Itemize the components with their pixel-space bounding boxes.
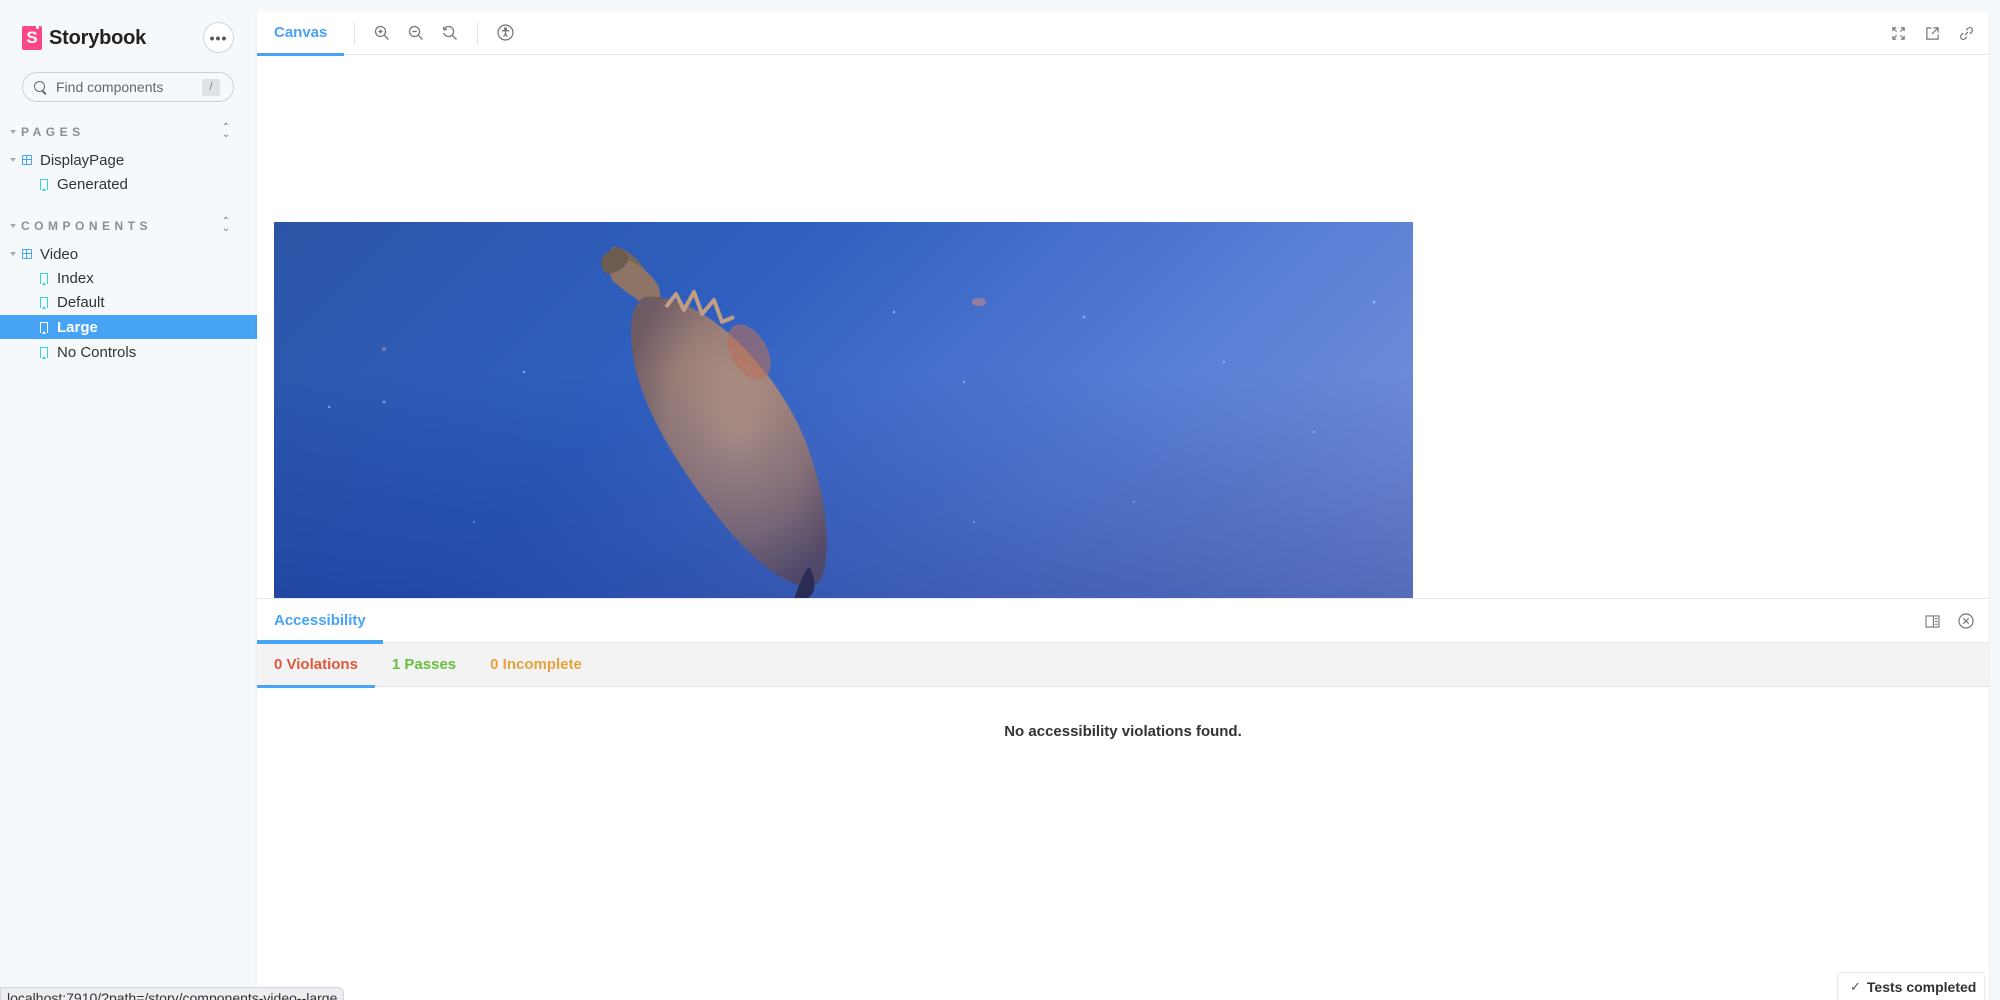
tests-status-label: Tests completed [1866,978,1977,995]
zoom-in-button[interactable] [365,16,399,50]
section-header-pages[interactable]: PAGES ⌃ ⌄ [10,123,232,140]
brand-name: Storybook [49,26,147,49]
section-title: COMPONENTS [21,219,153,233]
sidebar-item-label: Index [57,269,94,287]
main-menu-button[interactable]: ••• [203,22,234,53]
brand[interactable]: S Storybook [22,24,147,51]
bookmark-icon [40,321,48,334]
tab-incomplete[interactable]: 0 Incomplete [473,643,599,687]
component-icon [22,249,32,259]
link-preview-url: localhost:7910/?path=/story/components-v… [0,987,345,1000]
sidebar-alt-icon [1924,614,1940,628]
search-icon [34,80,47,94]
storybook-logo-icon: S [22,24,42,50]
close-panel-button[interactable] [1949,604,1983,638]
link-icon [1959,26,1973,40]
section-header-components[interactable]: COMPONENTS ⌃ ⌄ [10,217,232,234]
sidebar-item-generated[interactable]: Generated [0,172,257,196]
addons-tabbar: Accessibility [257,599,1989,644]
bookmark-icon [40,178,48,191]
toolbar-divider [354,21,356,44]
component-icon [22,155,32,165]
sidebar-item-label: Default [57,293,105,311]
sidebar-item-no-controls[interactable]: No Controls [0,340,257,364]
tab-passes[interactable]: 1 Passes [375,643,473,687]
tab-violations[interactable]: 0 Violations [257,643,375,688]
sidebar-item-video[interactable]: Video [0,242,257,266]
sidebar-item-default[interactable]: Default [0,290,257,314]
collapse-all-icon[interactable]: ⌃ ⌄ [220,123,232,140]
a11y-subtabs: 0 Violations 1 Passes 0 Incomplete [257,643,1989,688]
tests-status[interactable]: ✓ Tests completed [1837,972,1985,1000]
bookmark-icon [40,296,48,309]
share-alt-icon [1925,26,1939,40]
toggle-panel-orientation-button[interactable] [1915,604,1949,638]
addons-actions [1915,604,1983,638]
bookmark-icon [40,346,48,359]
zoom-out-button[interactable] [399,16,433,50]
zoom-out-icon [409,25,424,40]
tab-canvas[interactable]: Canvas [257,11,345,56]
preview-toolbar: Canvas [257,11,1989,56]
sidebar-item-label: Generated [57,175,128,193]
close-icon [1958,613,1974,629]
addons-panel: Accessibility 0 Violations 1 Passes 0 In… [257,598,1989,1000]
tab-accessibility[interactable]: Accessibility [257,599,383,644]
section-title: PAGES [21,125,85,139]
sidebar-item-label: No Controls [57,343,137,361]
caret-down-icon [10,252,16,256]
main-panel: Canvas Accessibility 0 Violations 1 Pass… [257,11,1989,1000]
fullscreen-icon [1891,26,1905,40]
sidebar-item-displaypage[interactable]: DisplayPage [0,148,257,172]
sidebar-item-index[interactable]: Index [0,266,257,290]
sidebar-item-label: DisplayPage [40,151,125,169]
collapse-all-icon[interactable]: ⌃ ⌄ [220,217,232,234]
toolbar-divider [477,21,479,44]
caret-down-icon [10,130,16,134]
search-input[interactable] [56,79,196,95]
video-shade [274,222,1413,598]
search-shortcut-key: / [202,79,220,96]
bookmark-icon [40,272,48,285]
ellipsis-icon: ••• [209,29,228,46]
video-player[interactable] [274,222,1413,598]
zoom-in-icon [375,25,390,40]
sidebar-item-large[interactable]: Large [0,315,257,339]
accessibility-icon [497,24,514,41]
accessibility-button[interactable] [488,16,522,50]
search-box[interactable]: / [22,72,234,102]
empty-state-message: No accessibility violations found. [1004,723,1242,740]
check-icon: ✓ [1850,978,1861,994]
open-new-tab-button[interactable] [1915,16,1949,50]
sidebar: S Storybook ••• / PAGES ⌃⌄ DisplayPage G… [0,0,257,1000]
caret-down-icon [10,158,16,162]
fullscreen-button[interactable] [1881,16,1915,50]
toolbar-right [1881,16,1983,50]
sidebar-item-label: Video [40,245,79,263]
copy-link-button[interactable] [1949,16,1983,50]
story-canvas [257,56,1989,598]
zoom-reset-icon [443,25,458,40]
caret-down-icon [10,224,16,228]
sidebar-item-label: Large [57,318,98,336]
zoom-reset-button[interactable] [433,16,467,50]
